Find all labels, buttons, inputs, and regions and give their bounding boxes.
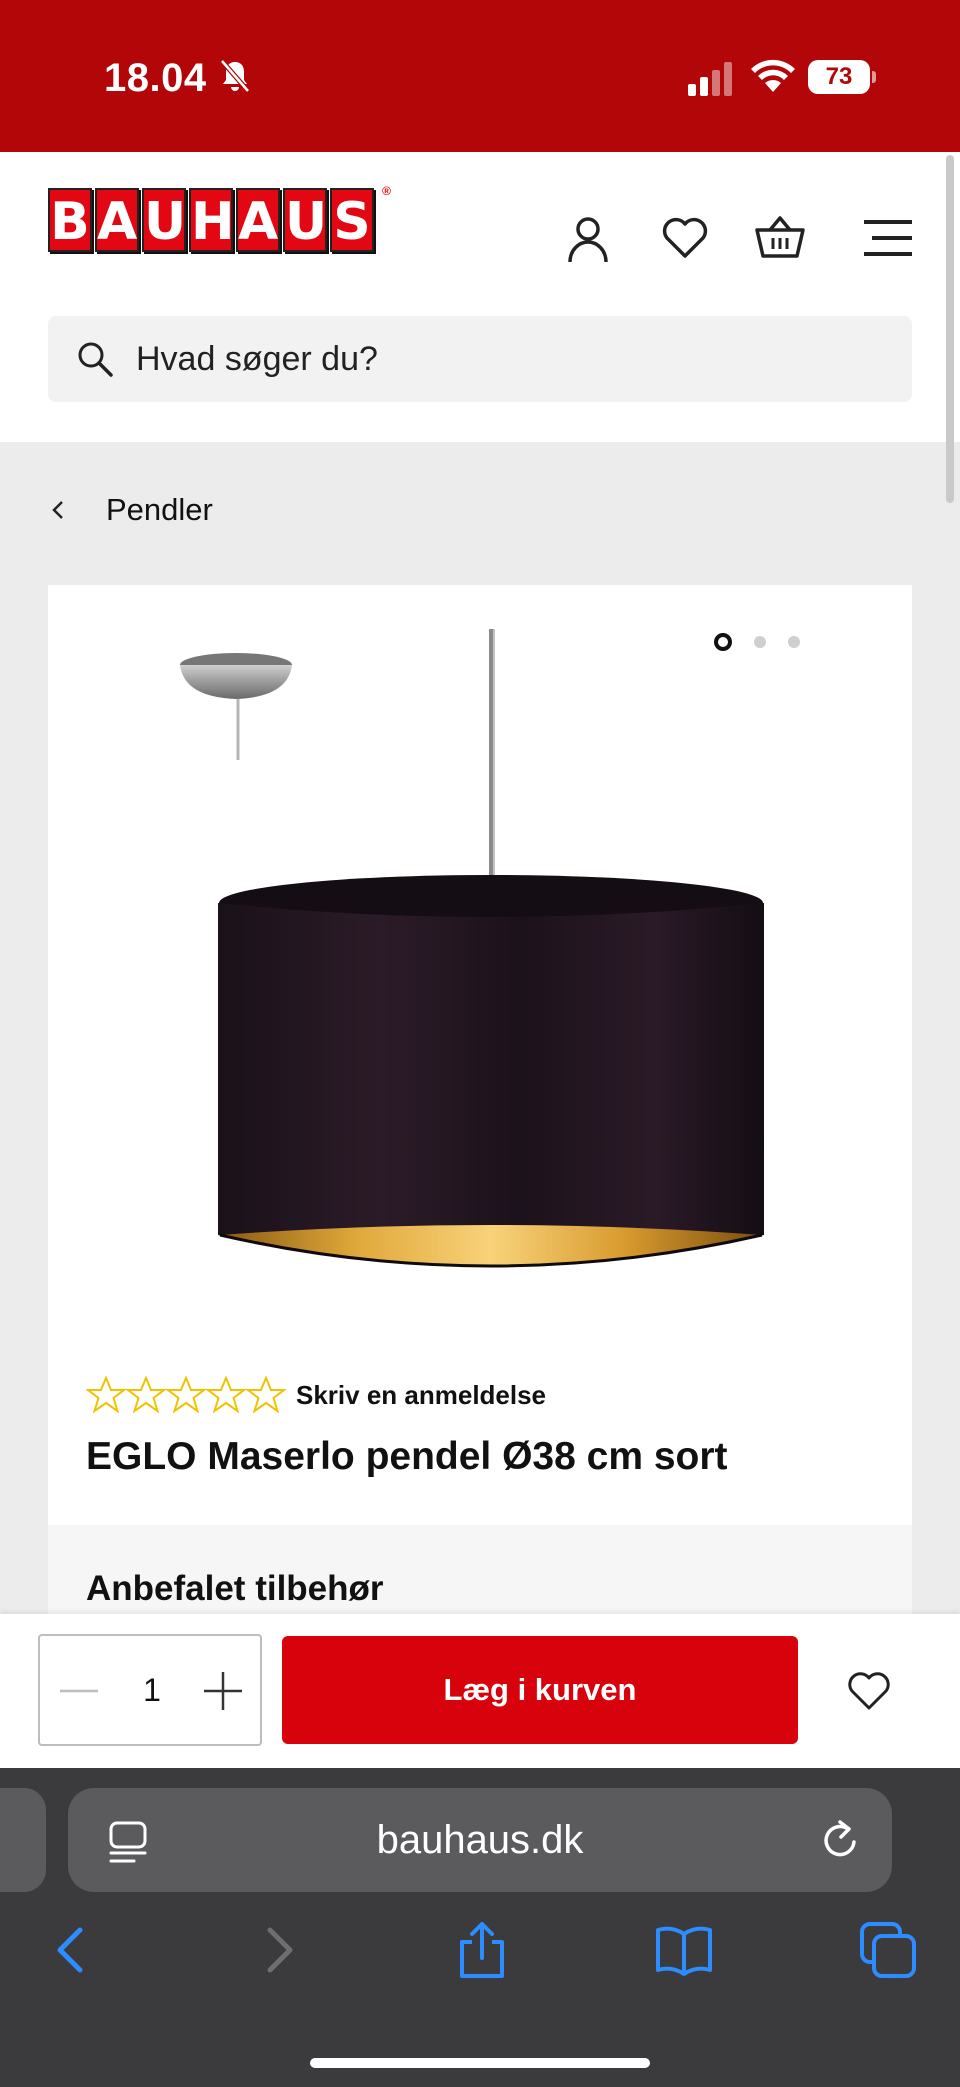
plus-icon[interactable] (202, 1670, 244, 1712)
search-bar[interactable] (48, 316, 912, 402)
logo-letter: A (236, 188, 280, 252)
user-icon[interactable] (562, 212, 614, 264)
breadcrumb[interactable]: Pendler (48, 480, 213, 540)
logo-letter: B (48, 188, 92, 252)
battery-indicator: 73 (808, 60, 876, 94)
address-bar[interactable]: bauhaus.dk (68, 1788, 892, 1892)
logo-letter: U (283, 188, 327, 252)
accessories-title: Anbefalet tilbehør (86, 1569, 384, 1608)
logo-letter: A (95, 188, 139, 252)
heart-icon[interactable] (846, 1670, 892, 1712)
image-carousel-dots[interactable] (714, 633, 822, 651)
bell-slash-icon (220, 59, 250, 93)
battery-level: 73 (808, 60, 870, 94)
bauhaus-logo[interactable]: B A U H A U S ® (48, 184, 391, 254)
carousel-dot[interactable] (754, 636, 766, 648)
battery-tip (872, 71, 876, 83)
minus-icon[interactable] (58, 1670, 100, 1712)
reload-icon[interactable] (820, 1818, 862, 1862)
star-outline-icon (86, 1375, 126, 1414)
recommended-accessories: Anbefalet tilbehør (48, 1525, 912, 1615)
share-icon[interactable] (452, 1920, 512, 1980)
wifi-icon (751, 59, 795, 92)
product-title: EGLO Maserlo pendel Ø38 cm sort (86, 1435, 728, 1478)
star-outline-icon (206, 1375, 246, 1414)
url-text[interactable]: bauhaus.dk (68, 1788, 892, 1892)
page-scrollbar[interactable] (946, 155, 954, 503)
star-outline-icon (126, 1375, 166, 1414)
menu-icon[interactable] (862, 212, 914, 264)
basket-icon[interactable] (754, 212, 806, 264)
carousel-dot-active[interactable] (714, 633, 732, 651)
search-icon (78, 342, 113, 377)
status-bar: 18.04 73 (0, 0, 960, 152)
forward-arrow-icon[interactable] (248, 1920, 308, 1980)
breadcrumb-label[interactable]: Pendler (106, 492, 213, 528)
product-card: Skriv en anmeldelse EGLO Maserlo pendel … (48, 585, 912, 1525)
site-header: B A U H A U S ® (0, 152, 960, 442)
logo-letter: S (330, 188, 374, 252)
add-to-cart-button[interactable]: Læg i kurven (282, 1636, 798, 1744)
star-outline-icon (166, 1375, 206, 1414)
rating-row[interactable]: Skriv en anmeldelse (86, 1375, 546, 1415)
quantity-value[interactable]: 1 (124, 1636, 180, 1744)
tabs-icon[interactable] (858, 1920, 918, 1980)
home-indicator (310, 2058, 650, 2068)
previous-tab-peek[interactable] (0, 1788, 46, 1892)
star-outline-icon (246, 1375, 286, 1414)
carousel-dot[interactable] (788, 636, 800, 648)
status-time: 18.04 (104, 56, 207, 100)
write-review-link[interactable]: Skriv en anmeldelse (296, 1380, 546, 1411)
logo-letter: U (142, 188, 186, 252)
product-image[interactable] (48, 585, 912, 1345)
heart-icon[interactable] (659, 212, 711, 264)
back-arrow-icon[interactable] (42, 1920, 102, 1980)
cellular-signal-icon (688, 62, 732, 96)
add-to-cart-bar: 1 Læg i kurven (0, 1614, 960, 1768)
browser-toolbar: bauhaus.dk (0, 1768, 960, 2087)
search-input[interactable] (136, 316, 876, 402)
logo-letter: H (189, 188, 235, 252)
registered-mark: ® (382, 184, 391, 198)
bookmarks-icon[interactable] (654, 1920, 714, 1980)
chevron-left-icon[interactable] (48, 495, 68, 525)
quantity-stepper: 1 (38, 1634, 262, 1746)
